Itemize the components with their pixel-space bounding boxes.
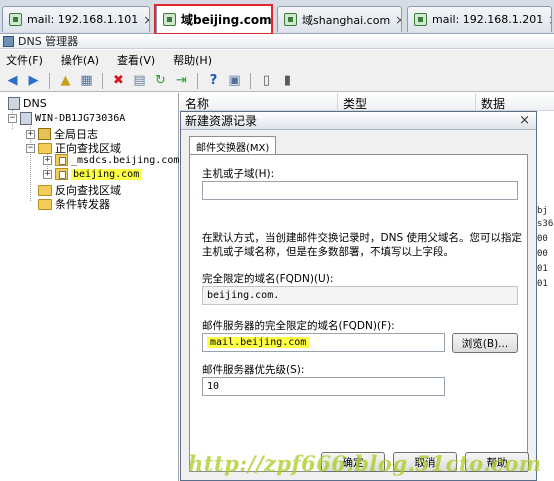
close-icon[interactable]: × [395, 13, 401, 27]
close-icon[interactable]: × [548, 13, 551, 27]
tree-item-server[interactable]: − WIN-DB1JG73036A [8, 112, 125, 125]
refresh-icon[interactable]: ↻ [152, 72, 169, 89]
menu-action[interactable]: 操作(A) [61, 52, 99, 68]
list-cell: 00 [537, 234, 548, 244]
tree-item-beijing-zone[interactable]: + beijing.com [43, 168, 142, 180]
list-cell: 01 [537, 264, 548, 274]
tree-label: WIN-DB1JG73036A [35, 113, 126, 124]
close-icon[interactable]: × [143, 13, 149, 27]
ok-button[interactable]: 确定 [321, 452, 385, 472]
server-icon [20, 112, 32, 125]
fqdn-field: beijing.com. [202, 286, 518, 305]
toolbar-separator [250, 72, 251, 89]
dns-icon [8, 97, 20, 110]
mail-server-input[interactable]: mail.beijing.com [202, 333, 445, 352]
folder-icon [38, 184, 52, 196]
list-cell: s36 [537, 219, 554, 229]
column-data[interactable]: 数据 [476, 93, 554, 111]
tab-shanghai[interactable]: 域shanghai.com × [277, 6, 402, 32]
up-folder-icon[interactable]: ▲ [57, 72, 74, 89]
tree-item-msdcs-zone[interactable]: + _msdcs.beijing.com [43, 154, 179, 166]
export-list-icon[interactable]: ⇥ [173, 72, 190, 89]
description-text: 在默认方式，当创建邮件交换记录时，DNS 使用父域名。您可以指定主机或子域名称，… [202, 232, 522, 258]
mx-record-panel: 主机或子域(H): 在默认方式，当创建邮件交换记录时，DNS 使用父域名。您可以… [189, 154, 528, 472]
zone-icon [55, 168, 68, 180]
app-title-bar: DNS 管理器 [0, 34, 554, 49]
toolbar-separator [197, 72, 198, 89]
tab-label: 域shanghai.com [302, 13, 391, 27]
browse-button[interactable]: 浏览(B)... [452, 333, 518, 353]
collapse-icon[interactable]: − [8, 114, 17, 123]
expand-icon[interactable]: + [43, 169, 52, 179]
event-log-icon [38, 128, 51, 140]
back-arrow-icon[interactable]: ◀ [4, 72, 21, 89]
menu-view[interactable]: 查看(V) [117, 52, 155, 68]
new-resource-record-dialog: 新建资源记录 × 邮件交换器(MX) 主机或子域(H): 在默认方式，当创建邮件… [180, 111, 537, 481]
mail-server-value: mail.beijing.com [207, 337, 310, 348]
tab-beijing[interactable]: 域beijing.com × [156, 4, 272, 34]
terminal-icon [414, 13, 427, 26]
terminal-icon [9, 13, 22, 26]
fqdn-label: 完全限定的域名(FQDN)(U): [202, 273, 334, 285]
close-icon[interactable]: × [519, 113, 530, 128]
browser-tab-strip: mail: 192.168.1.101 × 域beijing.com × 域sh… [0, 0, 554, 35]
tab-mail-201[interactable]: mail: 192.168.1.201 × [407, 6, 552, 32]
list-cell: 01 [537, 279, 548, 289]
menu-file[interactable]: 文件(F) [6, 52, 43, 68]
menu-help[interactable]: 帮助(H) [173, 52, 212, 68]
collapse-icon[interactable]: − [26, 143, 35, 153]
properties-icon[interactable]: ▤ [131, 72, 148, 89]
tab-label: mail: 192.168.1.101 [27, 13, 139, 26]
folder-icon [38, 198, 52, 210]
action-pane-icon[interactable]: ▣ [226, 72, 243, 89]
zone-file-icon[interactable]: ▮ [279, 72, 296, 89]
zone-icon [55, 154, 68, 166]
dialog-title: 新建资源记录 [185, 114, 258, 128]
expand-icon[interactable]: + [26, 129, 35, 139]
list-header: 名称 类型 数据 [180, 93, 554, 111]
list-cell: 00 [537, 249, 548, 259]
dns-app-icon [3, 35, 14, 47]
toolbar: ◀ ▶ ▲ ▦ ✖ ▤ ↻ ⇥ ? ▣ ▯ ▮ [0, 70, 554, 92]
mail-server-label: 邮件服务器的完全限定的域名(FQDN)(F): [202, 320, 395, 332]
tree-item-dns[interactable]: DNS [8, 97, 47, 110]
server-icon[interactable]: ▯ [258, 72, 275, 89]
expand-icon[interactable]: + [43, 155, 52, 165]
list-cell: bj [537, 206, 548, 216]
forward-arrow-icon[interactable]: ▶ [25, 72, 42, 89]
toolbar-separator [49, 72, 50, 89]
host-input[interactable] [202, 181, 518, 200]
menu-bar: 文件(F) 操作(A) 查看(V) 帮助(H) [0, 50, 554, 70]
console-tree: DNS − WIN-DB1JG73036A + 全局日志 − 正向查找区域 + … [0, 93, 179, 481]
tree-label: _msdcs.beijing.com [71, 154, 180, 166]
priority-label: 邮件服务器优先级(S): [202, 364, 305, 376]
tree-label: beijing.com [71, 168, 142, 180]
delete-icon[interactable]: ✖ [110, 72, 127, 89]
app-title: DNS 管理器 [18, 35, 79, 48]
tab-label: 域beijing.com [181, 13, 272, 27]
tab-label: mail: 192.168.1.201 [432, 13, 544, 26]
terminal-icon [163, 13, 176, 26]
help-button[interactable]: 帮助 [465, 452, 529, 472]
help-icon[interactable]: ? [205, 72, 222, 89]
cancel-button[interactable]: 取消 [393, 452, 457, 472]
tab-mail-101[interactable]: mail: 192.168.1.101 × [2, 6, 150, 32]
tab-mx[interactable]: 邮件交换器(MX) [189, 136, 277, 155]
dialog-title-bar: 新建资源记录 × [181, 112, 536, 130]
priority-input[interactable]: 10 [202, 377, 445, 396]
tree-label: 条件转发器 [55, 198, 110, 211]
terminal-icon [284, 13, 297, 26]
column-type[interactable]: 类型 [338, 93, 476, 111]
tree-item-conditional-forwarders[interactable]: 条件转发器 [38, 196, 110, 212]
toolbar-separator [102, 72, 103, 89]
host-label: 主机或子域(H): [202, 168, 275, 180]
column-name[interactable]: 名称 [180, 93, 338, 111]
show-hide-tree-icon[interactable]: ▦ [78, 72, 95, 89]
folder-icon [38, 142, 52, 154]
tree-label: DNS [23, 97, 47, 110]
